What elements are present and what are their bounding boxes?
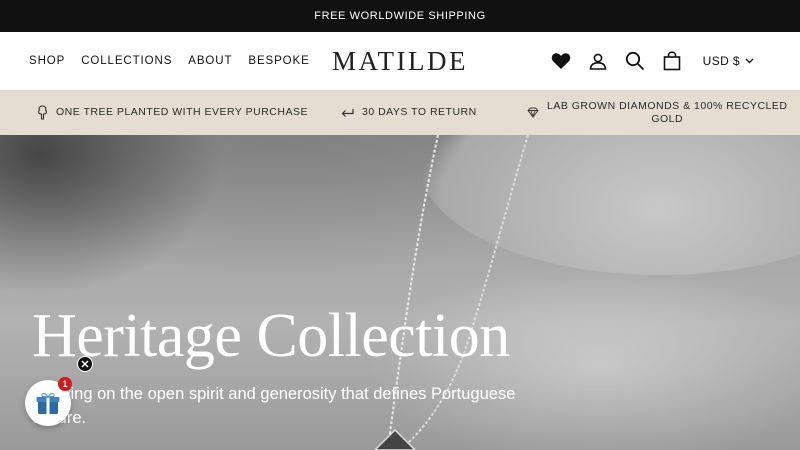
site-header: SHOP COLLECTIONS ABOUT BESPOKE MATILDE U… bbox=[0, 32, 800, 90]
usp-diamonds-line1: LAB GROWN DIAMONDS & 100% RECYCLED bbox=[547, 99, 788, 112]
currency-label: USD $ bbox=[702, 54, 740, 68]
hero-subtitle: Drawing on the open spirit and generosit… bbox=[32, 385, 516, 427]
nav-bespoke[interactable]: BESPOKE bbox=[248, 55, 309, 67]
tree-icon bbox=[38, 105, 47, 120]
nav-shop[interactable]: SHOP bbox=[29, 55, 65, 67]
usp-returns-text: 30 DAYS TO RETURN bbox=[362, 106, 477, 118]
hero-banner[interactable]: Heritage Collection Drawing on the open … bbox=[0, 135, 800, 450]
usp-diamonds-text: LAB GROWN DIAMONDS & 100% RECYCLED GOLD bbox=[547, 100, 787, 126]
usp-item-tree: ONE TREE PLANTED WITH EVERY PURCHASE bbox=[37, 105, 308, 120]
search-icon[interactable] bbox=[625, 51, 645, 71]
nav-about[interactable]: ABOUT bbox=[188, 55, 232, 67]
heart-icon[interactable] bbox=[551, 52, 571, 70]
chevron-down-icon bbox=[745, 58, 754, 64]
site-logo[interactable]: MATILDE bbox=[332, 46, 468, 76]
nav-collections[interactable]: COLLECTIONS bbox=[81, 55, 172, 67]
gift-icon bbox=[36, 393, 60, 414]
currency-selector[interactable]: USD $ bbox=[703, 54, 754, 68]
bag-icon[interactable] bbox=[663, 51, 681, 71]
usp-diamonds-line2: GOLD bbox=[651, 112, 684, 125]
return-arrow-icon bbox=[341, 108, 354, 117]
usp-item-returns: 30 DAYS TO RETURN bbox=[341, 106, 477, 119]
usp-tree-text: ONE TREE PLANTED WITH EVERY PURCHASE bbox=[56, 106, 308, 118]
announcement-text: FREE WORLDWIDE SHIPPING bbox=[314, 10, 486, 22]
diamond-icon bbox=[527, 107, 539, 118]
main-nav: SHOP COLLECTIONS ABOUT BESPOKE bbox=[29, 32, 310, 90]
announcement-bar: FREE WORLDWIDE SHIPPING bbox=[0, 0, 800, 32]
gift-badge: 1 bbox=[58, 377, 72, 391]
usp-bar: ONE TREE PLANTED WITH EVERY PURCHASE 30 … bbox=[0, 90, 800, 135]
close-icon[interactable] bbox=[77, 356, 93, 372]
account-icon[interactable] bbox=[589, 52, 607, 70]
usp-item-diamonds: LAB GROWN DIAMONDS & 100% RECYCLED GOLD bbox=[527, 100, 787, 126]
hero-title: Heritage Collection bbox=[32, 302, 510, 370]
header-tools: USD $ bbox=[551, 32, 754, 90]
